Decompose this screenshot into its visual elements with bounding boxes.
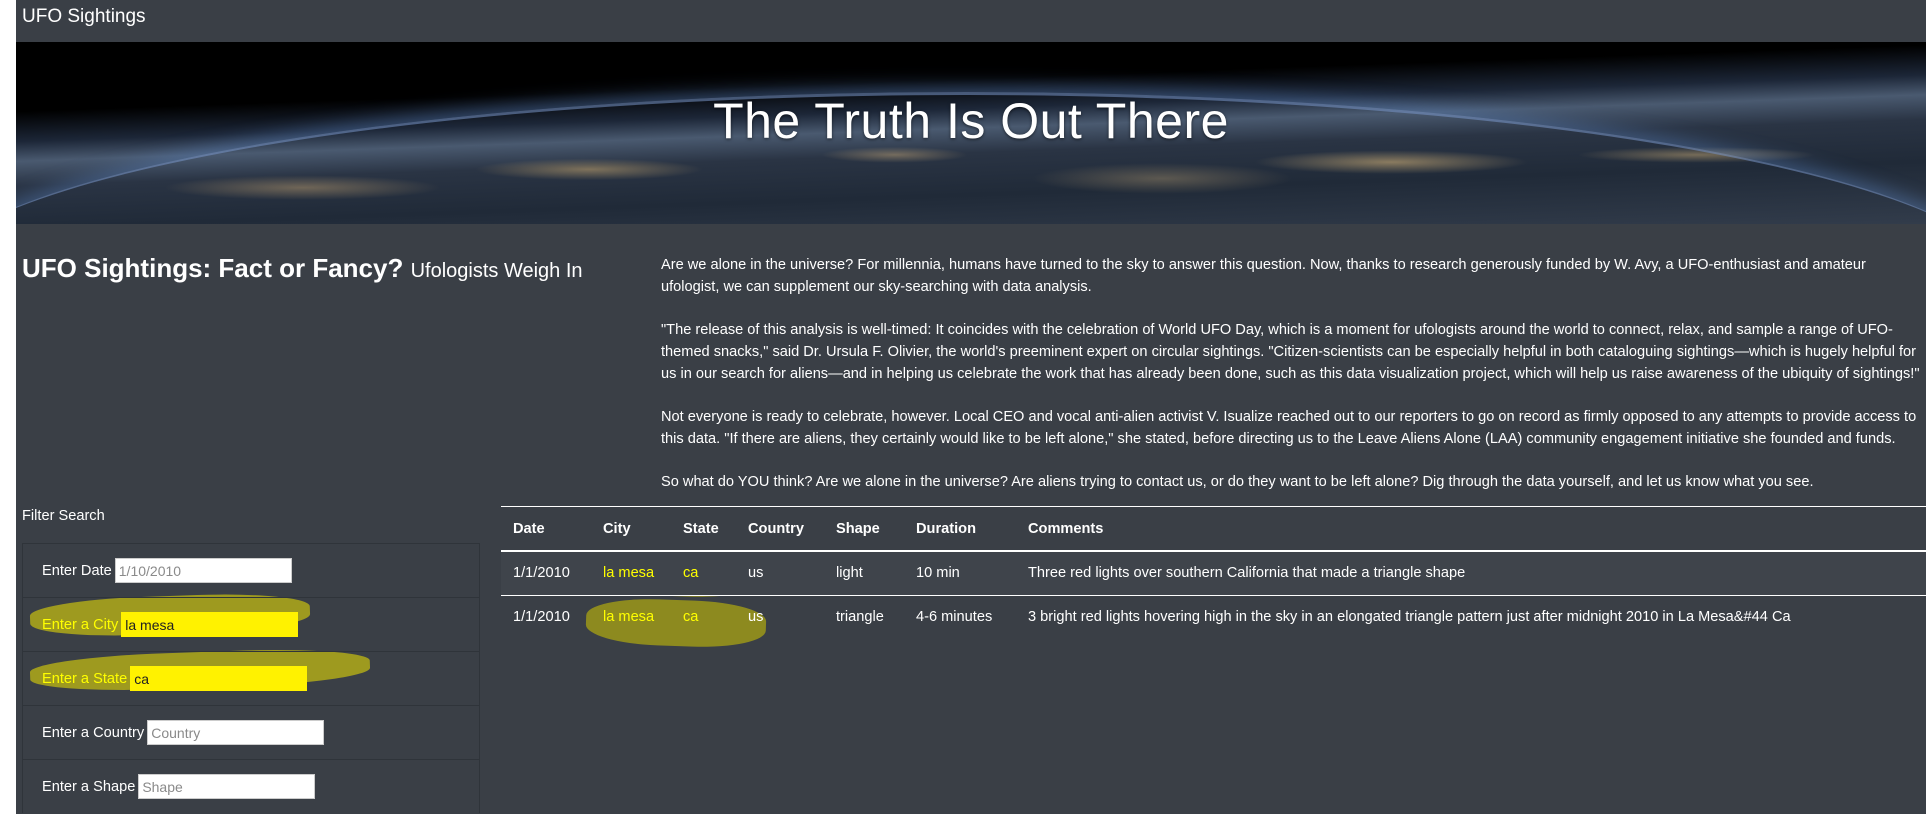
cell-duration: 4-6 minutes [916,609,993,626]
article-paragraph: So what do YOU think? Are we alone in th… [661,474,1814,490]
country-filter-input[interactable] [147,720,325,745]
hero-banner: The Truth Is Out There [16,42,1926,224]
filter-item-shape: Enter a Shape [23,759,479,813]
cell-state: ca [683,565,699,582]
cell-comments: 3 bright red lights hovering high in the… [1028,609,1791,626]
shape-filter-label: Enter a Shape [42,778,136,795]
cell-country: us [748,609,764,626]
cell-shape: light [836,565,863,582]
state-filter-input[interactable] [130,666,308,691]
column-header-state: State [671,507,736,552]
cell-shape: triangle [836,609,884,626]
column-header-comments: Comments [1016,507,1926,552]
shape-filter-input[interactable] [138,774,316,799]
column-header-country: Country [736,507,824,552]
article-paragraph: Are we alone in the universe? For millen… [661,257,1866,295]
hero-title: The Truth Is Out There [713,93,1229,149]
filter-item-city: Enter a City [23,597,479,651]
cell-city: la mesa [603,609,655,626]
page: UFO Sightings The Truth Is Out There UFO… [16,0,1926,814]
filter-list: Enter Date Enter a City Enter a State En… [22,543,480,813]
column-header-date: Date [501,507,591,552]
state-filter-label: Enter a State [42,670,128,687]
table-row: 1/1/2010 la mesa ca us triangle 4-6 minu… [501,595,1926,639]
filter-item-state: Enter a State [23,651,479,705]
navbar: UFO Sightings [16,0,1926,42]
article-subheading: Ufologists Weigh In [410,260,583,282]
filter-item-date: Enter Date [23,543,479,597]
filter-search-title: Filter Search [22,508,105,524]
table-row: 1/1/2010 la mesa ca us light 10 min Thre… [501,551,1926,595]
article-body: Are we alone in the universe? For millen… [661,254,1921,514]
cell-state: ca [683,609,699,626]
cell-city: la mesa [603,565,655,582]
cell-duration: 10 min [916,565,960,582]
cell-date: 1/1/2010 [513,565,570,582]
navbar-brand[interactable]: UFO Sightings [22,6,146,28]
column-header-duration: Duration [904,507,1016,552]
cell-date: 1/1/2010 [513,609,570,626]
results-table: Date City State Country Shape Duration C… [501,507,1926,639]
date-filter-input[interactable] [114,558,292,583]
table-header-row: Date City State Country Shape Duration C… [501,507,1926,552]
city-filter-label: Enter a City [42,616,119,633]
date-filter-label: Enter Date [42,562,112,579]
article-paragraph: Not everyone is ready to celebrate, howe… [661,409,1917,447]
column-header-city: City [591,507,671,552]
cell-country: us [748,565,764,582]
article-paragraph: "The release of this analysis is well-ti… [661,322,1920,382]
city-filter-input[interactable] [121,612,299,637]
filter-item-country: Enter a Country [23,705,479,759]
column-header-shape: Shape [824,507,904,552]
results-table-container: Date City State Country Shape Duration C… [501,506,1926,639]
cell-comments: Three red lights over southern Californi… [1028,565,1466,582]
article-heading: UFO Sightings: Fact or Fancy? Ufologists… [22,253,583,284]
article-heading-text: UFO Sightings: Fact or Fancy? [22,253,404,283]
country-filter-label: Enter a Country [42,724,145,741]
